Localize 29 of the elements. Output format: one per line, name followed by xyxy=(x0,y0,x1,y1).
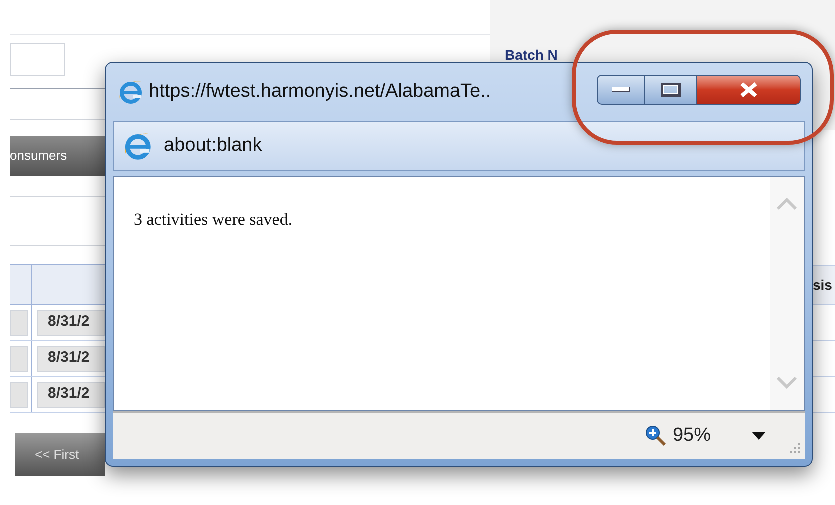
browser-logo-icon xyxy=(122,131,152,161)
table-cell xyxy=(10,382,28,408)
table-cell xyxy=(10,310,28,336)
column-header: sis xyxy=(813,276,832,294)
scroll-up-icon[interactable] xyxy=(776,197,798,211)
date-cell: 8/31/2 xyxy=(37,382,105,408)
text-field[interactable] xyxy=(10,43,65,76)
resize-grip-icon[interactable] xyxy=(787,441,801,455)
zoom-icon xyxy=(644,425,667,447)
maximize-icon xyxy=(660,83,680,97)
date-cell: 8/31/2 xyxy=(37,310,105,336)
zoom-level[interactable]: 95% xyxy=(672,422,711,450)
maximize-button[interactable] xyxy=(645,75,697,105)
tab[interactable]: onsumers xyxy=(10,136,105,176)
message-text: 3 activities were saved. xyxy=(134,210,293,229)
scrollbar[interactable] xyxy=(770,177,804,410)
minimize-icon xyxy=(612,87,630,93)
scroll-down-icon[interactable] xyxy=(776,376,798,390)
field-label: Batch N xyxy=(505,47,558,63)
date-cell: 8/31/2 xyxy=(37,346,105,372)
address-text: about:blank xyxy=(164,134,262,158)
caret-icon[interactable] xyxy=(751,431,767,441)
close-icon xyxy=(738,82,758,98)
window-title: https://fwtest.harmonyis.net/AlabamaTe.. xyxy=(149,80,492,104)
first-page-button[interactable]: << First xyxy=(15,433,105,476)
table-cell xyxy=(10,346,28,372)
close-button[interactable] xyxy=(697,75,801,105)
minimize-button[interactable] xyxy=(597,75,645,105)
browser-logo-icon xyxy=(117,79,143,105)
